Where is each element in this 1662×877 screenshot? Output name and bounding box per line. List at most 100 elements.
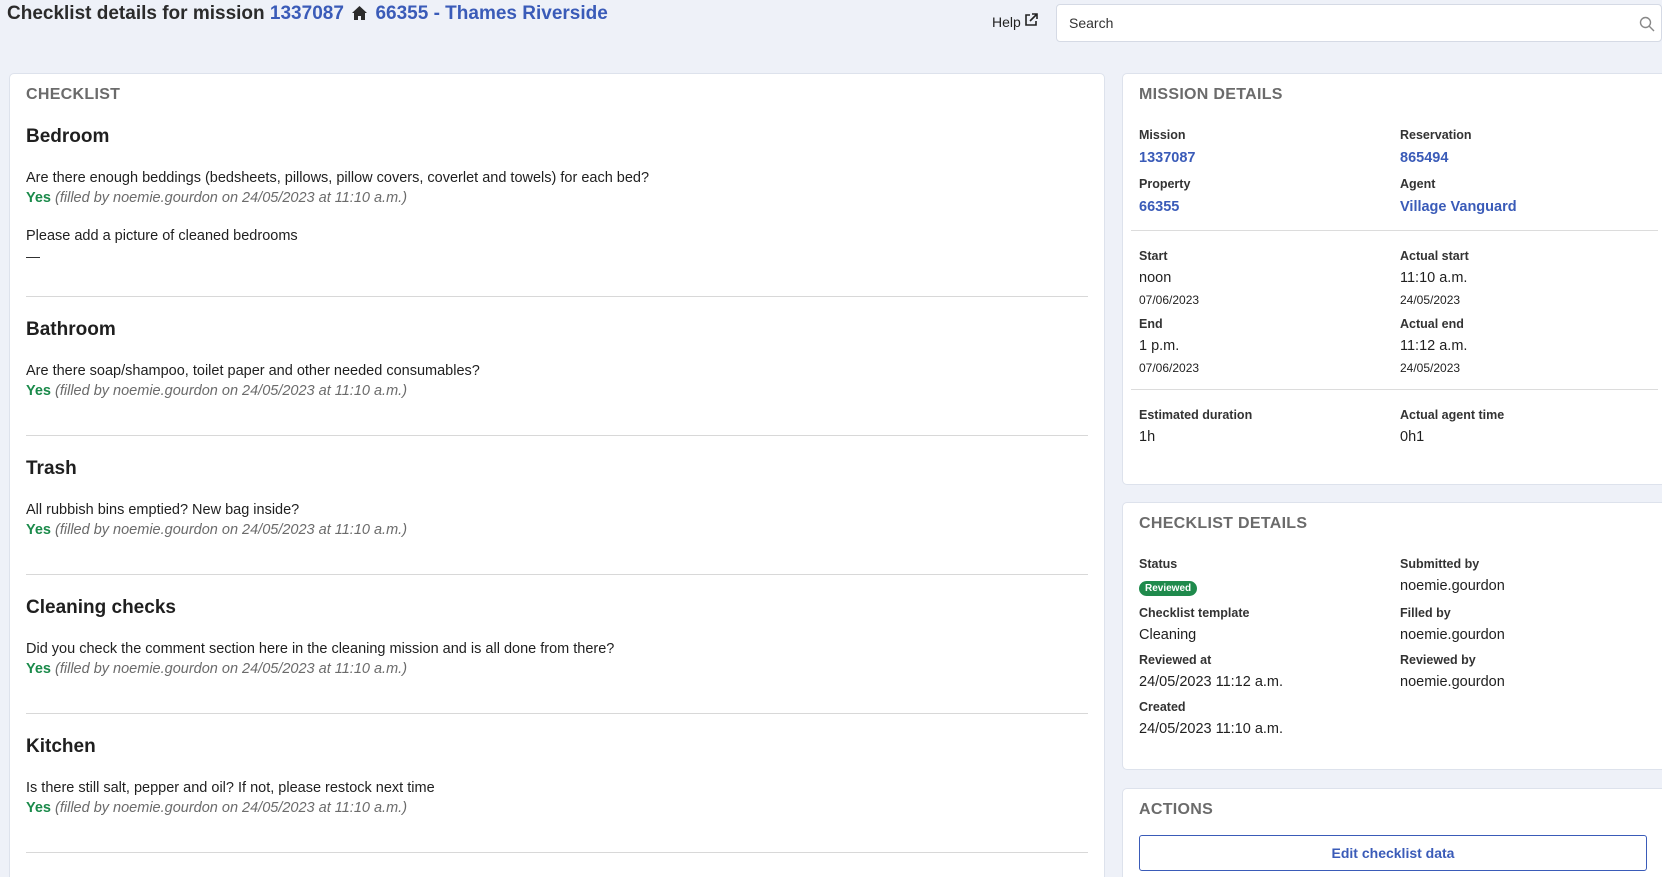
checklist-section-trash: Trash All rubbish bins emptied? New bag …	[26, 458, 1088, 575]
help-label: Help	[992, 13, 1021, 30]
reviewed-at-value: 24/05/2023 11:12 a.m.	[1139, 674, 1284, 690]
field-label: Mission	[1139, 128, 1186, 142]
section-title: Cleaning checks	[26, 597, 176, 618]
answer-value: Yes	[26, 522, 51, 538]
divider	[1131, 389, 1658, 390]
answer-meta: (filled by noemie.gourdon on 24/05/2023 …	[55, 383, 408, 399]
checklist-details-card: CHECKLIST DETAILS Status Reviewed Submit…	[1122, 502, 1662, 770]
checklist-section-bathroom: Bathroom Are there soap/shampoo, toilet …	[26, 319, 1088, 436]
search-box[interactable]	[1056, 4, 1662, 42]
actual-end-field: Actual end 11:12 a.m. 24/05/2023	[1400, 317, 1650, 375]
reservation-field: Reservation 865494	[1400, 128, 1650, 167]
actions-title: ACTIONS	[1139, 801, 1214, 818]
checklist-section-bedroom: Bedroom Are there enough beddings (bedsh…	[26, 126, 1088, 297]
actual-agent-time-field: Actual agent time 0h1	[1400, 408, 1650, 445]
status-badge: Reviewed	[1139, 581, 1198, 596]
section-title: Trash	[26, 458, 77, 479]
help-link[interactable]: Help	[992, 13, 1038, 30]
agent-link[interactable]: Village Vanguard	[1400, 199, 1517, 215]
field-label: Submitted by	[1400, 557, 1480, 571]
filled-by-field: Filled by noemie.gourdon	[1400, 606, 1650, 643]
end-date: 07/06/2023	[1139, 361, 1200, 375]
section-title: Kitchen	[26, 736, 96, 757]
page-title-prefix: Checklist details for mission	[7, 3, 265, 24]
field-label: Property	[1139, 177, 1191, 191]
reservation-link[interactable]: 865494	[1400, 150, 1448, 166]
answer: Yes (filled by noemie.gourdon on 24/05/2…	[26, 190, 1088, 206]
field-label: Filled by	[1400, 606, 1451, 620]
answer-meta: (filled by noemie.gourdon on 24/05/2023 …	[55, 661, 408, 677]
mission-details-title: MISSION DETAILS	[1139, 86, 1283, 103]
submitted-by-field: Submitted by noemie.gourdon	[1400, 557, 1650, 596]
field-label: Reviewed at	[1139, 653, 1212, 667]
checklist-card: CHECKLIST Bedroom Are there enough beddi…	[9, 73, 1105, 877]
submitted-by-value: noemie.gourdon	[1400, 578, 1505, 594]
question: Did you check the comment section here i…	[26, 641, 615, 657]
checklist-section-cleaning-checks: Cleaning checks Did you check the commen…	[26, 597, 1088, 714]
estimated-duration-field: Estimated duration 1h	[1139, 408, 1400, 445]
divider	[1131, 230, 1658, 231]
question: All rubbish bins emptied? New bag inside…	[26, 502, 300, 518]
section-title: Bathroom	[26, 319, 116, 340]
actual-start-time: 11:10 a.m.	[1400, 270, 1468, 286]
answer-value: Yes	[26, 383, 51, 399]
end-field: End 1 p.m. 07/06/2023	[1139, 317, 1400, 375]
search-input[interactable]	[1069, 15, 1661, 31]
answer-value: Yes	[26, 190, 51, 206]
start-field: Start noon 07/06/2023	[1139, 249, 1400, 307]
start-date: 07/06/2023	[1139, 293, 1200, 307]
reviewed-by-value: noemie.gourdon	[1400, 674, 1505, 690]
actions-card: ACTIONS Edit checklist data	[1122, 788, 1662, 877]
field-label: Status	[1139, 557, 1178, 571]
answer-value: Yes	[26, 800, 51, 816]
actual-end-time: 11:12 a.m.	[1400, 338, 1468, 354]
answer: Yes (filled by noemie.gourdon on 24/05/2…	[26, 800, 1088, 816]
start-time: noon	[1139, 270, 1172, 286]
section-title: Bedroom	[26, 126, 110, 147]
edit-checklist-data-button[interactable]: Edit checklist data	[1139, 835, 1647, 871]
home-icon	[351, 5, 368, 27]
property-field: Property 66355	[1139, 177, 1400, 216]
question: Is there still salt, pepper and oil? If …	[26, 780, 435, 796]
search-icon[interactable]	[1639, 16, 1655, 37]
checklist-details-title: CHECKLIST DETAILS	[1139, 515, 1308, 532]
page-title: Checklist details for mission 1337087 66…	[7, 3, 608, 27]
answer-meta: (filled by noemie.gourdon on 24/05/2023 …	[55, 522, 408, 538]
agent-field: Agent Village Vanguard	[1400, 177, 1650, 216]
actual-end-date: 24/05/2023	[1400, 361, 1461, 375]
reviewed-by-field: Reviewed by noemie.gourdon	[1400, 653, 1650, 690]
actual-start-date: 24/05/2023	[1400, 293, 1461, 307]
answer-value: Yes	[26, 661, 51, 677]
external-link-icon	[1024, 13, 1038, 30]
field-label: End	[1139, 317, 1163, 331]
filled-by-value: noemie.gourdon	[1400, 627, 1505, 643]
checklist-section-kitchen: Kitchen Is there still salt, pepper and …	[26, 736, 1088, 853]
actual-agent-time-value: 0h1	[1400, 429, 1425, 445]
status-field: Status Reviewed	[1139, 557, 1400, 596]
reviewed-at-field: Reviewed at 24/05/2023 11:12 a.m.	[1139, 653, 1400, 690]
answer: Yes (filled by noemie.gourdon on 24/05/2…	[26, 661, 1088, 677]
mission-details-card: MISSION DETAILS Mission 1337087 Reservat…	[1122, 73, 1662, 485]
template-value: Cleaning	[1139, 627, 1197, 643]
field-label: Created	[1139, 700, 1186, 714]
answer-meta: (filled by noemie.gourdon on 24/05/2023 …	[55, 190, 408, 206]
created-value: 24/05/2023 11:10 a.m.	[1139, 721, 1284, 737]
answer: Yes (filled by noemie.gourdon on 24/05/2…	[26, 522, 1088, 538]
property-link[interactable]: 66355	[1139, 199, 1179, 215]
field-label: Checklist template	[1139, 606, 1250, 620]
mission-link[interactable]: 1337087	[270, 3, 344, 24]
created-field: Created 24/05/2023 11:10 a.m.	[1139, 700, 1400, 737]
property-link[interactable]: 66355 - Thames Riverside	[375, 3, 607, 24]
end-time: 1 p.m.	[1139, 338, 1180, 354]
field-label: Estimated duration	[1139, 408, 1253, 422]
checklist-title: CHECKLIST	[26, 86, 121, 103]
estimated-duration-value: 1h	[1139, 429, 1156, 445]
answer-meta: (filled by noemie.gourdon on 24/05/2023 …	[55, 800, 408, 816]
mission-link[interactable]: 1337087	[1139, 150, 1195, 166]
mission-field: Mission 1337087	[1139, 128, 1400, 167]
question: Are there enough beddings (bedsheets, pi…	[26, 170, 650, 186]
answer: Yes (filled by noemie.gourdon on 24/05/2…	[26, 383, 1088, 399]
question: Are there soap/shampoo, toilet paper and…	[26, 363, 480, 379]
field-label: Actual agent time	[1400, 408, 1505, 422]
question: Please add a picture of cleaned bedrooms	[26, 228, 298, 244]
